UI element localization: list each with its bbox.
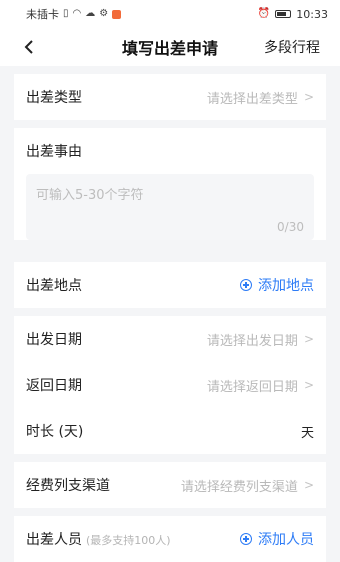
- dates-card: 出发日期 请选择出发日期 > 返回日期 请选择返回日期 > 时长 (天) 天: [14, 316, 326, 454]
- duration-row: 时长 (天) 天: [14, 408, 326, 454]
- return-date-row[interactable]: 返回日期 请选择返回日期 >: [14, 362, 326, 408]
- chevron-right-icon: >: [303, 378, 314, 392]
- chevron-right-icon: >: [303, 478, 314, 492]
- location-card: 出差地点 添加地点: [14, 262, 326, 308]
- people-limit-note: (最多支持100人): [86, 534, 171, 547]
- reason-textarea[interactable]: 可输入5-30个字符 0/30: [26, 174, 314, 240]
- reason-row: 出差事由: [14, 128, 326, 174]
- sim-icon: ▯: [63, 8, 69, 19]
- settings-icon: ⚙: [99, 8, 109, 19]
- people-label: 出差人员: [26, 532, 82, 548]
- depart-date-label: 出发日期: [26, 332, 82, 348]
- chevron-right-icon: >: [303, 90, 314, 104]
- location-row: 出差地点 添加地点: [14, 262, 326, 308]
- expense-card: 经费列支渠道 请选择经费列支渠道 >: [14, 462, 326, 508]
- expense-label: 经费列支渠道: [26, 478, 110, 494]
- duration-label: 时长 (天): [26, 424, 84, 440]
- add-circle-icon: [240, 279, 252, 291]
- add-location-button[interactable]: 添加地点: [240, 275, 314, 295]
- reason-counter: 0/30: [277, 220, 304, 234]
- nav-bar: 填写出差申请 多段行程: [0, 28, 340, 66]
- add-location-label: 添加地点: [258, 278, 314, 294]
- people-card: 出差人员 (最多支持100人) 添加人员: [14, 516, 326, 562]
- clock-time: 10:33: [296, 7, 328, 21]
- battery-icon: [275, 10, 292, 18]
- add-circle-icon: [240, 533, 252, 545]
- carrier-text: 未插卡: [26, 8, 59, 21]
- expense-placeholder: 请选择经费列支渠道: [180, 479, 298, 495]
- status-bar: 未插卡 ▯ ◠ ☁ ⚙ ⏰ 10:33: [0, 0, 340, 28]
- people-row: 出差人员 (最多支持100人) 添加人员: [14, 516, 326, 562]
- reason-label: 出差事由: [26, 144, 82, 160]
- expense-row[interactable]: 经费列支渠道 请选择经费列支渠道 >: [14, 462, 326, 508]
- duration-unit: 天: [300, 425, 314, 441]
- chevron-right-icon: >: [303, 332, 314, 346]
- trip-type-label: 出差类型: [26, 90, 82, 106]
- add-people-button[interactable]: 添加人员: [240, 529, 314, 549]
- alarm-icon: ⏰: [257, 8, 271, 19]
- reason-card: 出差事由 可输入5-30个字符 0/30: [14, 128, 326, 240]
- multi-trip-button[interactable]: 多段行程: [264, 37, 320, 57]
- trip-type-placeholder: 请选择出差类型: [206, 91, 298, 107]
- cloud-icon: ☁: [85, 8, 96, 19]
- trip-type-card: 出差类型 请选择出差类型 >: [14, 74, 326, 120]
- return-date-label: 返回日期: [26, 378, 82, 394]
- return-date-placeholder: 请选择返回日期: [206, 379, 298, 395]
- depart-date-placeholder: 请选择出发日期: [206, 333, 298, 349]
- trip-type-row[interactable]: 出差类型 请选择出差类型 >: [14, 74, 326, 120]
- wifi-icon: ◠: [72, 8, 82, 19]
- location-label: 出差地点: [26, 278, 82, 294]
- depart-date-row[interactable]: 出发日期 请选择出发日期 >: [14, 316, 326, 362]
- app-notification-icon: [112, 9, 122, 19]
- add-people-label: 添加人员: [258, 532, 314, 548]
- reason-placeholder: 可输入5-30个字符: [36, 188, 144, 203]
